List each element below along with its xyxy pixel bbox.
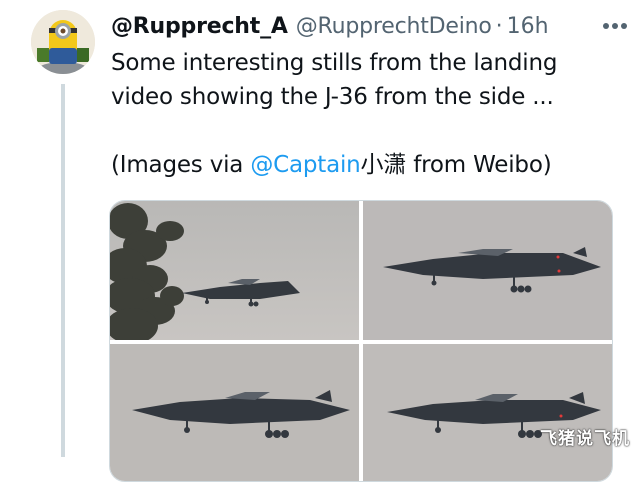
tweet-header: @Rupprecht_A @RupprechtDeino · 16h <box>111 11 628 41</box>
separator-dot: · <box>495 13 503 39</box>
media-grid <box>109 200 613 482</box>
jet-photo-icon <box>110 344 359 481</box>
jet-photo-icon <box>363 201 612 340</box>
minion-avatar-icon <box>31 10 95 74</box>
media-image-2[interactable] <box>363 201 612 340</box>
timestamp[interactable]: 16h <box>507 14 549 39</box>
user-handle[interactable]: @RupprechtDeino <box>296 14 492 39</box>
media-image-1[interactable] <box>110 201 359 340</box>
avatar[interactable] <box>31 10 95 74</box>
display-name[interactable]: @Rupprecht_A <box>111 14 288 39</box>
watermark: 飞猪说飞机 <box>540 429 630 449</box>
tweet-credit: (Images via @Captain小潇 from Weibo) <box>111 148 611 182</box>
more-dots-icon <box>603 23 627 29</box>
thread-line <box>61 84 65 457</box>
credit-prefix: (Images via <box>111 152 251 178</box>
tweet-text-line: video showing the J-36 from the side ... <box>111 84 554 110</box>
tweet-text: Some interesting stills from the landing… <box>111 46 611 182</box>
jet-photo-icon <box>110 201 359 340</box>
mention-link[interactable]: @Captain <box>250 152 360 178</box>
jet-photo-icon <box>363 344 612 481</box>
tweet-text-line: Some interesting stills from the landing <box>111 50 558 76</box>
media-image-4[interactable] <box>363 344 612 481</box>
more-options-button[interactable] <box>588 11 628 41</box>
media-image-3[interactable] <box>110 344 359 481</box>
credit-suffix: 小潇 from Weibo) <box>360 152 552 178</box>
